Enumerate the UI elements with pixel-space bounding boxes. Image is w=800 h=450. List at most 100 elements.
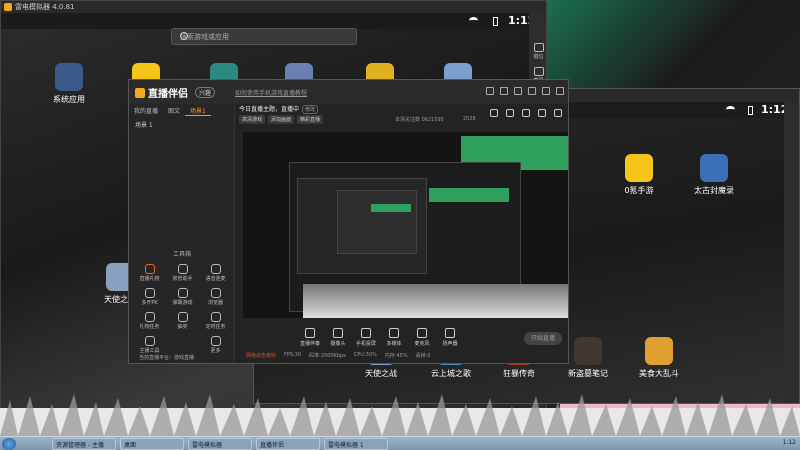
lottery-icon [177, 312, 188, 322]
minimize-icon[interactable] [542, 87, 550, 95]
bell-icon[interactable] [538, 109, 546, 117]
message-icon[interactable] [486, 87, 494, 95]
clock-icon [210, 312, 221, 322]
search-icon[interactable] [180, 32, 188, 40]
wifi-icon [469, 17, 478, 24]
app-0k[interactable]: 0氪手游 [604, 154, 674, 196]
tool-more[interactable]: 更多 [199, 336, 232, 354]
preview-grass [303, 284, 568, 318]
side-keymap[interactable]: 键位 [531, 43, 546, 63]
app-label: 系统应用 [53, 95, 85, 104]
tool-browser[interactable]: 浏览器 [199, 288, 232, 306]
tool-icon [144, 336, 155, 346]
game-icon [645, 337, 673, 365]
stream-preview[interactable] [243, 132, 568, 318]
skin-icon[interactable] [500, 87, 508, 95]
link-icon[interactable] [554, 109, 562, 117]
folder-icon [55, 63, 83, 91]
taskbar-item-explorer[interactable]: 资源管理器 - 主播 [52, 438, 116, 450]
tab-graphic[interactable]: 图文 [163, 104, 185, 116]
room-title: 今日直播主题，直播中 修改 [239, 104, 319, 114]
gift-icon [144, 264, 155, 274]
stream-header[interactable]: 直播伴侣 兴趣 如何使用手机游戏直播教程 [129, 80, 568, 104]
game-icon [700, 154, 728, 182]
camera-icon [333, 328, 343, 338]
platform-footer: 当前直播平台：游戏直播 [139, 355, 195, 361]
follower-stat: 本场关注数 0621595 [395, 117, 444, 123]
taskbar-item-emulator-1[interactable]: 雷电模拟器 1 [324, 438, 388, 450]
task-icon [144, 312, 155, 322]
camera-icon [533, 67, 544, 76]
android-status-bar: 1:12 [1, 13, 535, 29]
window-title: 雷电模拟器 4.0.81 [15, 3, 75, 11]
wifi-icon [726, 106, 735, 113]
speaker-button[interactable]: 扬声器 [433, 328, 467, 347]
record-icon[interactable] [490, 109, 498, 117]
taskbar-item-stream[interactable]: 直播伴侣 [256, 438, 320, 450]
stream-toolbar [490, 109, 562, 117]
app-system-apps[interactable]: 系统应用 [34, 63, 104, 105]
tab-scene[interactable]: 场景1 [185, 104, 211, 116]
start-button[interactable] [2, 438, 16, 450]
toolbox-grid: 直播礼物 房管助手 语音连麦 多开PK 弹幕游戏 浏览器 礼物任务 抽奖 定时任… [133, 264, 233, 354]
media-icon [389, 328, 399, 338]
emulator-title-bar[interactable]: 雷电模拟器 4.0.81 [1, 1, 546, 13]
gamepad-icon [177, 288, 188, 298]
pk-icon [144, 288, 155, 298]
logo-icon [135, 88, 145, 98]
emulator-sidebar [784, 102, 799, 403]
battery-icon [493, 17, 498, 26]
user-icon [177, 264, 188, 274]
speaker-icon [445, 328, 455, 338]
interest-badge[interactable]: 兴趣 [195, 87, 216, 98]
taskbar-item-emulator[interactable]: 雷电模拟器 [188, 438, 252, 450]
game-icon [625, 154, 653, 182]
tool-gift[interactable]: 直播礼物 [133, 264, 166, 282]
tag-chip[interactable]: 高清游戏 [239, 115, 266, 124]
taskbar-item-desktop[interactable]: 桌面 [120, 438, 184, 450]
go-live-button[interactable]: 开始直播 [524, 332, 562, 345]
mic-icon [210, 264, 221, 274]
windows-taskbar: 资源管理器 - 主播 桌面 雷电模拟器 直播伴侣 雷电模拟器 1 1:12 [0, 436, 800, 450]
wallpaper-grass [0, 394, 800, 436]
tool-pk[interactable]: 多开PK [133, 288, 166, 306]
tag-chip[interactable]: 添加画面 [268, 115, 295, 124]
tab-my-live[interactable]: 我的直播 [129, 104, 163, 116]
scene-item[interactable]: 场景 1 [135, 120, 153, 129]
tool-timer[interactable]: 定时任务 [199, 312, 232, 330]
nested-preview-3 [337, 190, 417, 254]
tutorial-link[interactable]: 如何使用手机游戏直播教程 [235, 88, 307, 97]
tool-voice[interactable]: 语音连麦 [199, 264, 232, 282]
close-icon[interactable] [556, 87, 564, 95]
nested-green-2 [371, 204, 411, 212]
keyboard-icon [533, 43, 544, 52]
stream-left-panel: 我的直播 图文 场景1 场景 1 工具箱 直播礼物 房管助手 语音连麦 多开PK… [129, 104, 235, 363]
stream-main-panel: 今日直播主题，直播中 修改 高清游戏 添加画面 精彩直播 本场关注数 062159… [235, 104, 568, 363]
mic-icon [417, 328, 427, 338]
search-input[interactable]: 搜索游戏或应用 [171, 28, 357, 45]
battery-icon [748, 106, 753, 115]
tool-danmaku[interactable]: 弹幕游戏 [166, 288, 199, 306]
tag-chip[interactable]: 精彩直播 [297, 115, 324, 124]
tool-admin[interactable]: 房管助手 [166, 264, 199, 282]
nested-green-1 [429, 188, 509, 202]
taskbar-clock: 1:12 [782, 439, 796, 446]
settings-icon[interactable] [514, 87, 522, 95]
app-meishi[interactable]: 美食大乱斗 [624, 337, 694, 379]
stream-logo: 直播伴侣 [135, 85, 188, 100]
scene-tabs: 我的直播 图文 场景1 [129, 104, 235, 116]
more-icon [210, 336, 221, 346]
tool-gift-task[interactable]: 礼物任务 [133, 312, 166, 330]
menu-icon[interactable] [528, 87, 536, 95]
app-taigu[interactable]: 太古封魔录 [679, 154, 749, 196]
streaming-app-window[interactable]: 直播伴侣 兴趣 如何使用手机游戏直播教程 我的直播 图文 场景1 场景 1 工具… [128, 79, 569, 364]
edit-room-button[interactable]: 修改 [302, 105, 319, 114]
compass-icon [210, 288, 221, 298]
lock-icon[interactable] [506, 109, 514, 117]
tool-anchor[interactable]: 主播工具 [133, 336, 166, 354]
room-tags: 高清游戏 添加画面 精彩直播 [239, 115, 324, 124]
music-icon [305, 328, 315, 338]
tool-lottery[interactable]: 抽奖 [166, 312, 199, 330]
phone-icon [361, 328, 371, 338]
share-icon[interactable] [522, 109, 530, 117]
